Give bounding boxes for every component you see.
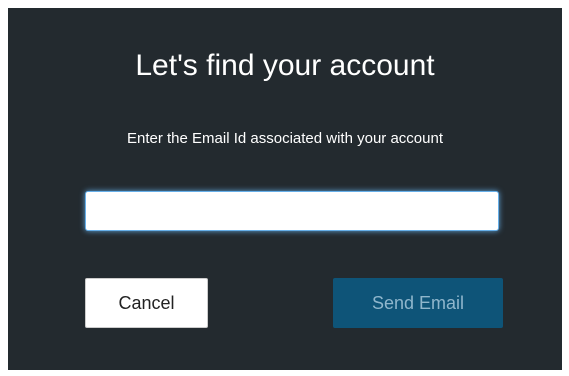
instruction-text: Enter the Email Id associated with your …	[127, 130, 443, 147]
email-input[interactable]	[85, 191, 499, 231]
cancel-button[interactable]: Cancel	[85, 278, 208, 328]
send-email-button[interactable]: Send Email	[333, 278, 503, 328]
dialog-title: Let's find your account	[135, 49, 435, 82]
find-account-dialog: Let's find your account Enter the Email …	[8, 8, 562, 370]
